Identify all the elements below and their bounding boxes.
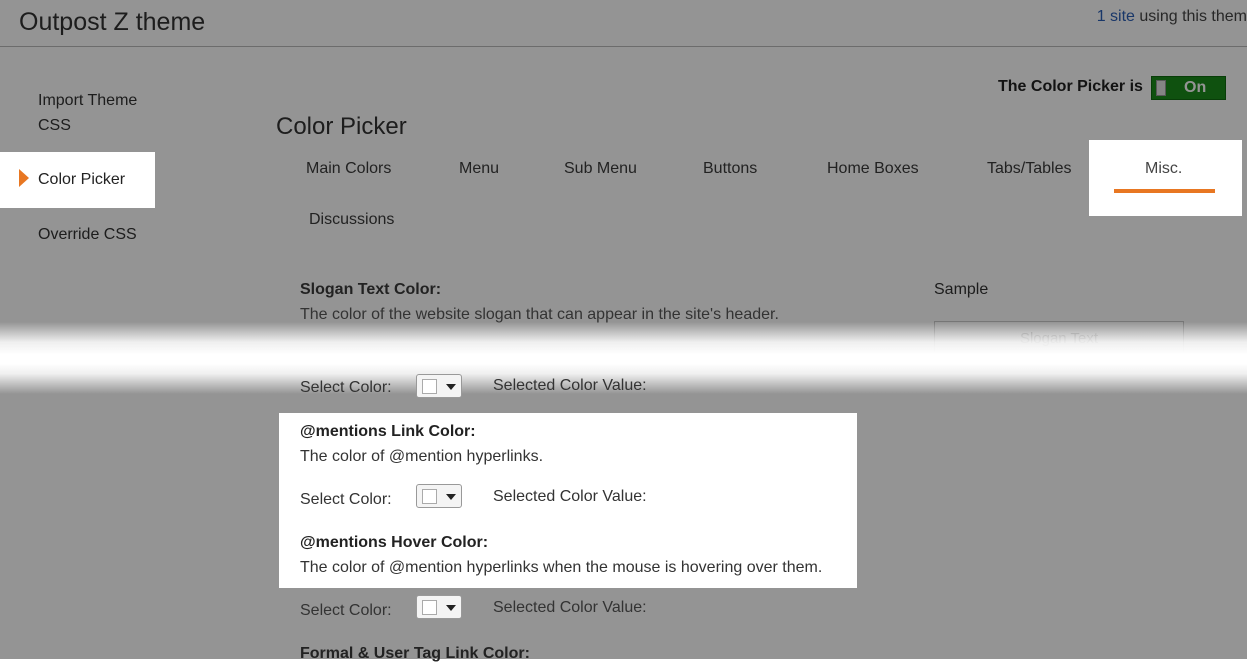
page-title: Outpost Z theme xyxy=(19,8,206,36)
mentions-hover-selected-value-label: Selected Color Value: xyxy=(493,599,647,616)
tab-discussions[interactable]: Discussions xyxy=(309,211,394,229)
slogan-select-label: Select Color: xyxy=(300,379,392,396)
color-swatch-box xyxy=(422,489,437,504)
tab-buttons[interactable]: Buttons xyxy=(703,160,757,178)
chevron-down-icon xyxy=(446,605,456,611)
slogan-color-description: The color of the website slogan that can… xyxy=(300,306,779,323)
sites-link[interactable]: 1 site xyxy=(1097,8,1135,25)
mentions-link-color-description: The color of @mention hyperlinks. xyxy=(300,448,544,465)
sidebar-item-import-theme-css[interactable]: Import Theme CSS xyxy=(38,88,158,138)
section-title: Color Picker xyxy=(276,113,407,140)
slogan-color-title: Slogan Text Color: xyxy=(300,281,442,298)
tab-misc-underline xyxy=(1114,189,1215,193)
mentions-link-select-label: Select Color: xyxy=(300,491,392,508)
header-divider xyxy=(0,46,1247,47)
chevron-down-icon xyxy=(446,384,456,390)
sidebar-item-color-picker[interactable]: Color Picker xyxy=(38,167,125,192)
mentions-hover-color-description: The color of @mention hyperlinks when th… xyxy=(300,559,823,576)
mentions-hover-select-label: Select Color: xyxy=(300,602,392,619)
mentions-link-color-title: @mentions Link Color: xyxy=(300,423,476,440)
tab-menu[interactable]: Menu xyxy=(459,160,499,178)
color-picker-toggle[interactable]: On xyxy=(1151,76,1226,100)
sample-preview: Slogan Text xyxy=(934,321,1184,355)
toggle-state: On xyxy=(1184,79,1207,96)
mentions-link-color-dropdown[interactable] xyxy=(416,484,462,508)
color-picker-toggle-label: The Color Picker is xyxy=(998,78,1143,95)
color-swatch-box xyxy=(422,600,437,615)
tab-tabs-tables[interactable]: Tabs/Tables xyxy=(987,160,1072,178)
sample-label: Sample xyxy=(934,281,989,298)
mentions-hover-color-dropdown[interactable] xyxy=(416,595,462,619)
toggle-knob xyxy=(1156,80,1166,96)
sites-suffix: using this them xyxy=(1134,8,1247,25)
slogan-selected-value-label: Selected Color Value: xyxy=(493,377,647,394)
sidebar-item-override-css[interactable]: Override CSS xyxy=(38,222,137,247)
mentions-link-selected-value-label: Selected Color Value: xyxy=(493,488,647,505)
color-swatch-box xyxy=(422,379,437,394)
tab-home-boxes[interactable]: Home Boxes xyxy=(827,160,919,178)
slogan-color-dropdown[interactable] xyxy=(416,374,462,398)
spotlight-misc-tab xyxy=(1089,140,1242,216)
sample-preview-text: Slogan Text xyxy=(1019,330,1099,347)
tab-misc[interactable]: Misc. xyxy=(1145,160,1182,178)
sites-usage: 1 site using this them xyxy=(1097,8,1247,26)
tab-sub-menu[interactable]: Sub Menu xyxy=(564,160,637,178)
tab-main-colors[interactable]: Main Colors xyxy=(306,160,391,178)
chevron-down-icon xyxy=(446,494,456,500)
tag-link-color-title: Formal & User Tag Link Color: xyxy=(300,645,530,662)
mentions-hover-color-title: @mentions Hover Color: xyxy=(300,534,489,551)
active-caret-icon xyxy=(19,169,29,187)
